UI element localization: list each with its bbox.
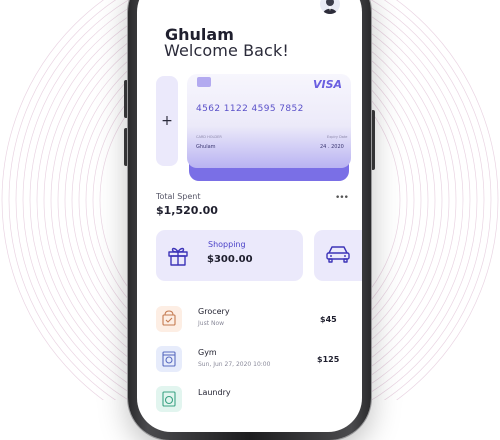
avatar-person-icon: [323, 0, 337, 14]
category-name: Shopping: [208, 240, 246, 249]
category-amount: $300.00: [207, 254, 253, 265]
transaction-title: Gym: [198, 348, 217, 357]
add-card-button[interactable]: +: [156, 76, 178, 166]
transaction-time: Sun, Jun 27, 2020 10:00: [198, 361, 271, 368]
transaction-amount: $45: [320, 315, 337, 324]
total-spent-amount: $1,520.00: [156, 204, 218, 217]
gym-tile[interactable]: [156, 346, 182, 372]
power-button: [371, 110, 375, 170]
gift-icon: [168, 247, 188, 266]
grocery-tile[interactable]: [156, 306, 182, 332]
card-expiry-label: Expiry Date: [327, 135, 348, 139]
card-expiry-date: 24 . 2020: [320, 144, 344, 150]
card-brand: VISA: [313, 78, 343, 91]
avatar[interactable]: [320, 0, 340, 14]
more-options-icon[interactable]: •••: [335, 193, 349, 203]
transaction-title: Grocery: [198, 307, 230, 316]
grocery-bag-icon: [162, 310, 176, 326]
total-spent-label: Total Spent: [156, 192, 201, 201]
card-holder-label: CARD HOLDER: [196, 135, 222, 139]
laundry-icon: [162, 391, 176, 407]
card-chip-icon: [197, 77, 211, 87]
welcome-text: Welcome Back!: [164, 41, 289, 60]
car-icon: [326, 246, 350, 263]
transaction-amount: $125: [317, 355, 340, 364]
app-screen: Ghulam Welcome Back! + VISA 4562 1122 45…: [137, 0, 362, 432]
card-holder-name: Ghulam: [196, 144, 216, 150]
laundry-tile[interactable]: [156, 386, 182, 412]
gym-machine-icon: [162, 351, 176, 367]
transaction-time: Just Now: [198, 320, 225, 327]
transaction-title: Laundry: [198, 388, 231, 397]
card-number: 4562 1122 4595 7852: [196, 104, 304, 114]
